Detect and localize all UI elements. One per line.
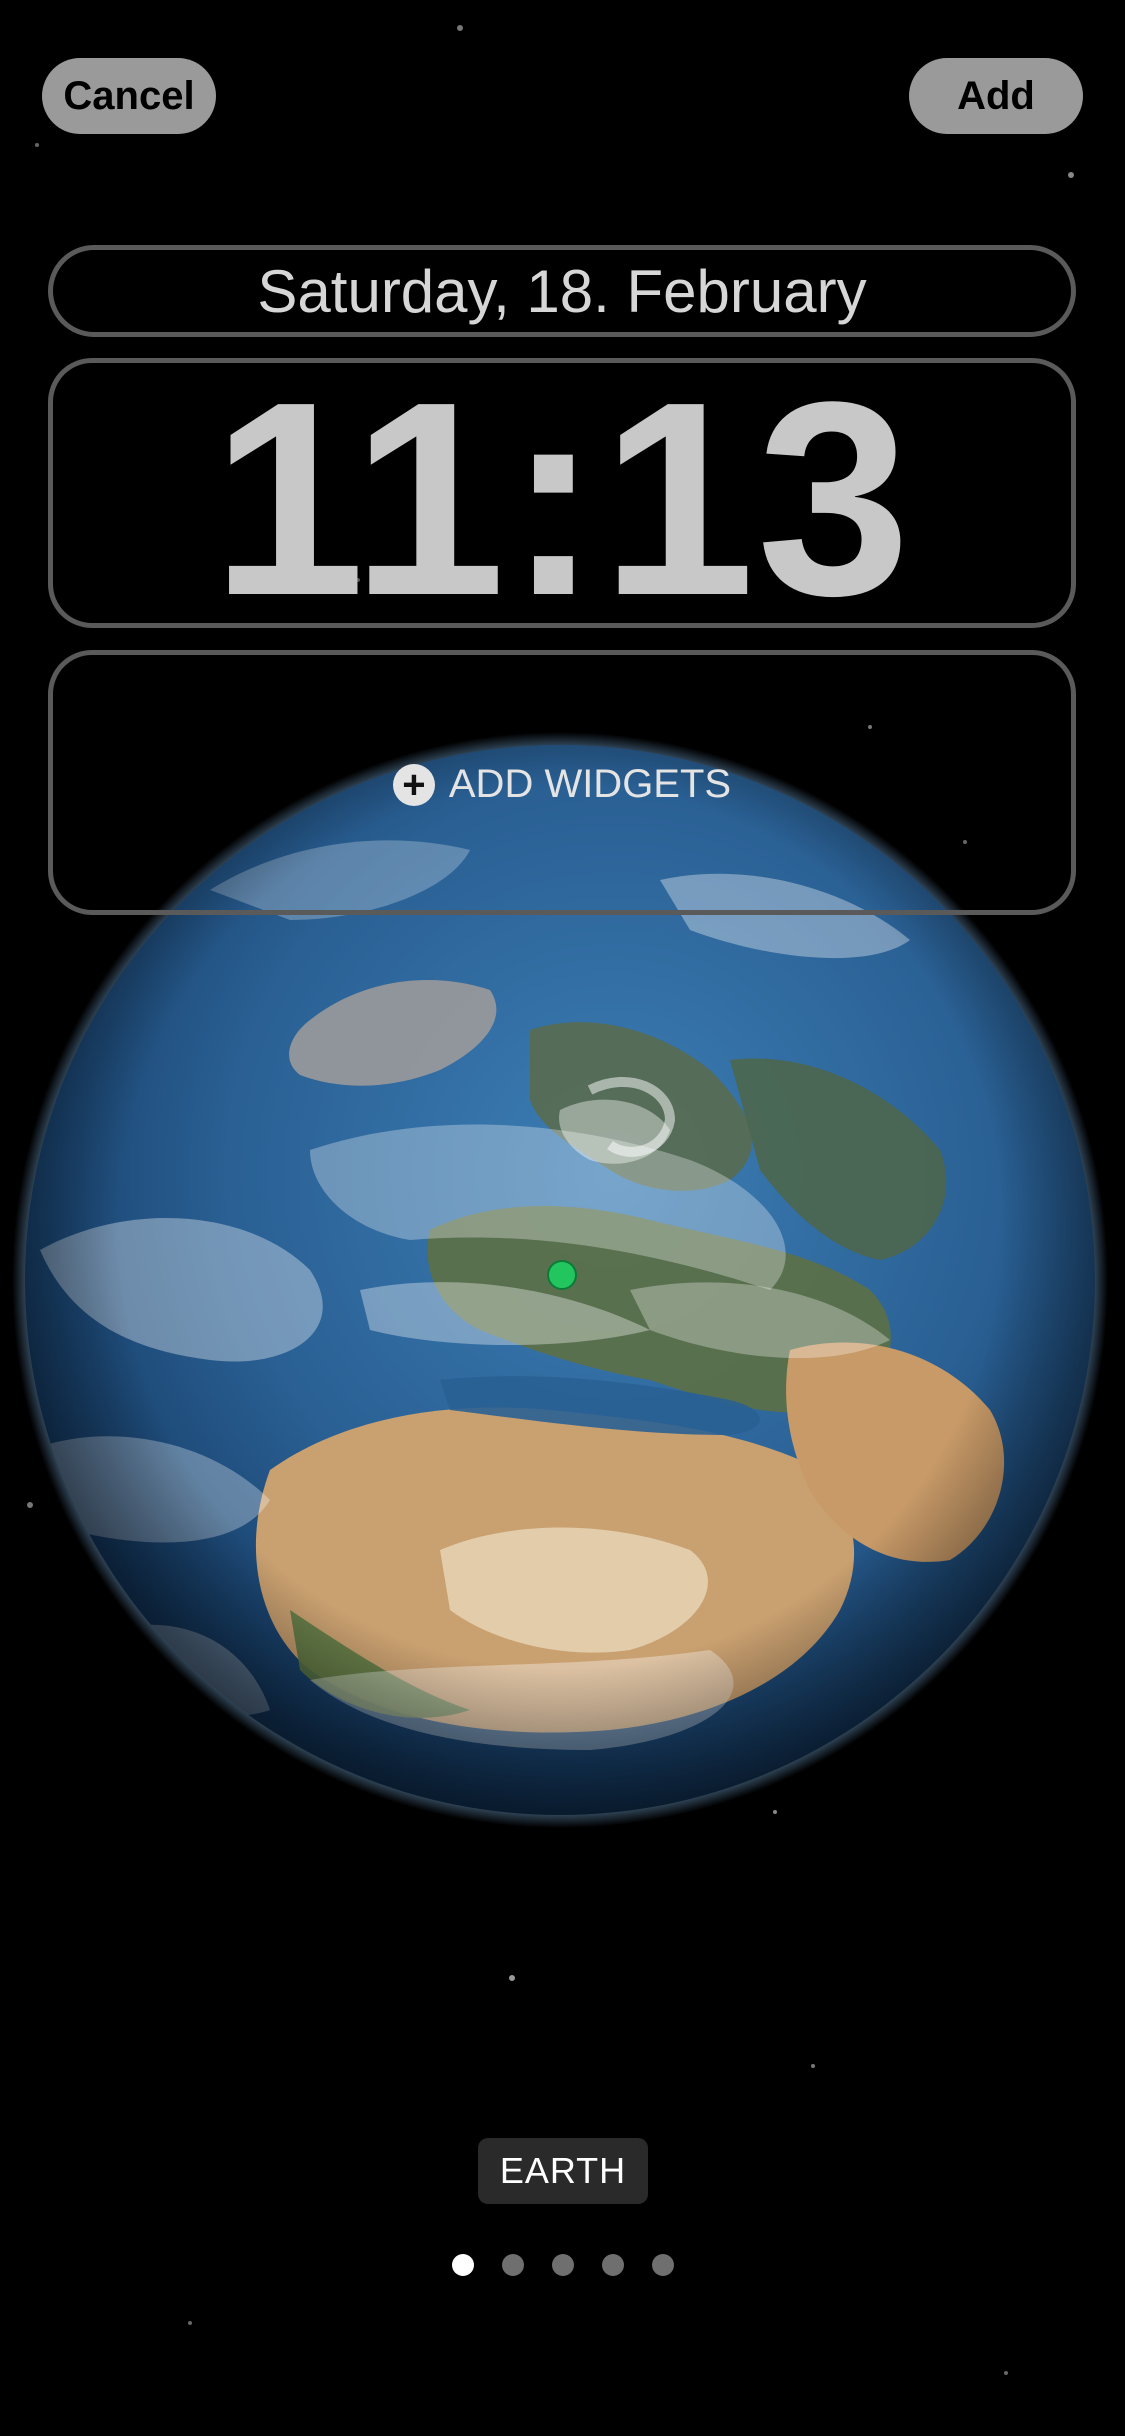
add-button[interactable]: Add xyxy=(909,58,1083,134)
page-dot-3[interactable] xyxy=(551,2254,574,2276)
cancel-button[interactable]: Cancel xyxy=(42,58,216,134)
page-dot-2[interactable] xyxy=(501,2254,524,2276)
page-dot-4[interactable] xyxy=(601,2254,624,2276)
plus-circle-icon: + xyxy=(392,763,435,806)
wallpaper-name-label: EARTH xyxy=(478,2138,648,2204)
add-widgets-label: ADD WIDGETS xyxy=(448,762,732,806)
page-dot-5[interactable] xyxy=(651,2254,674,2276)
time-frame[interactable]: 11:13 xyxy=(48,358,1076,637)
date-label: Saturday, 18. February xyxy=(257,257,867,325)
location-dot-icon xyxy=(547,1260,577,1290)
page-dot-1[interactable] xyxy=(451,2254,474,2276)
date-frame[interactable]: Saturday, 18. February xyxy=(48,245,1076,337)
add-widgets-button[interactable]: + ADD WIDGETS xyxy=(53,762,1071,807)
time-label: 11:13 xyxy=(211,345,913,653)
widget-area[interactable]: + ADD WIDGETS xyxy=(48,650,1076,915)
page-indicator[interactable] xyxy=(0,2254,1125,2276)
